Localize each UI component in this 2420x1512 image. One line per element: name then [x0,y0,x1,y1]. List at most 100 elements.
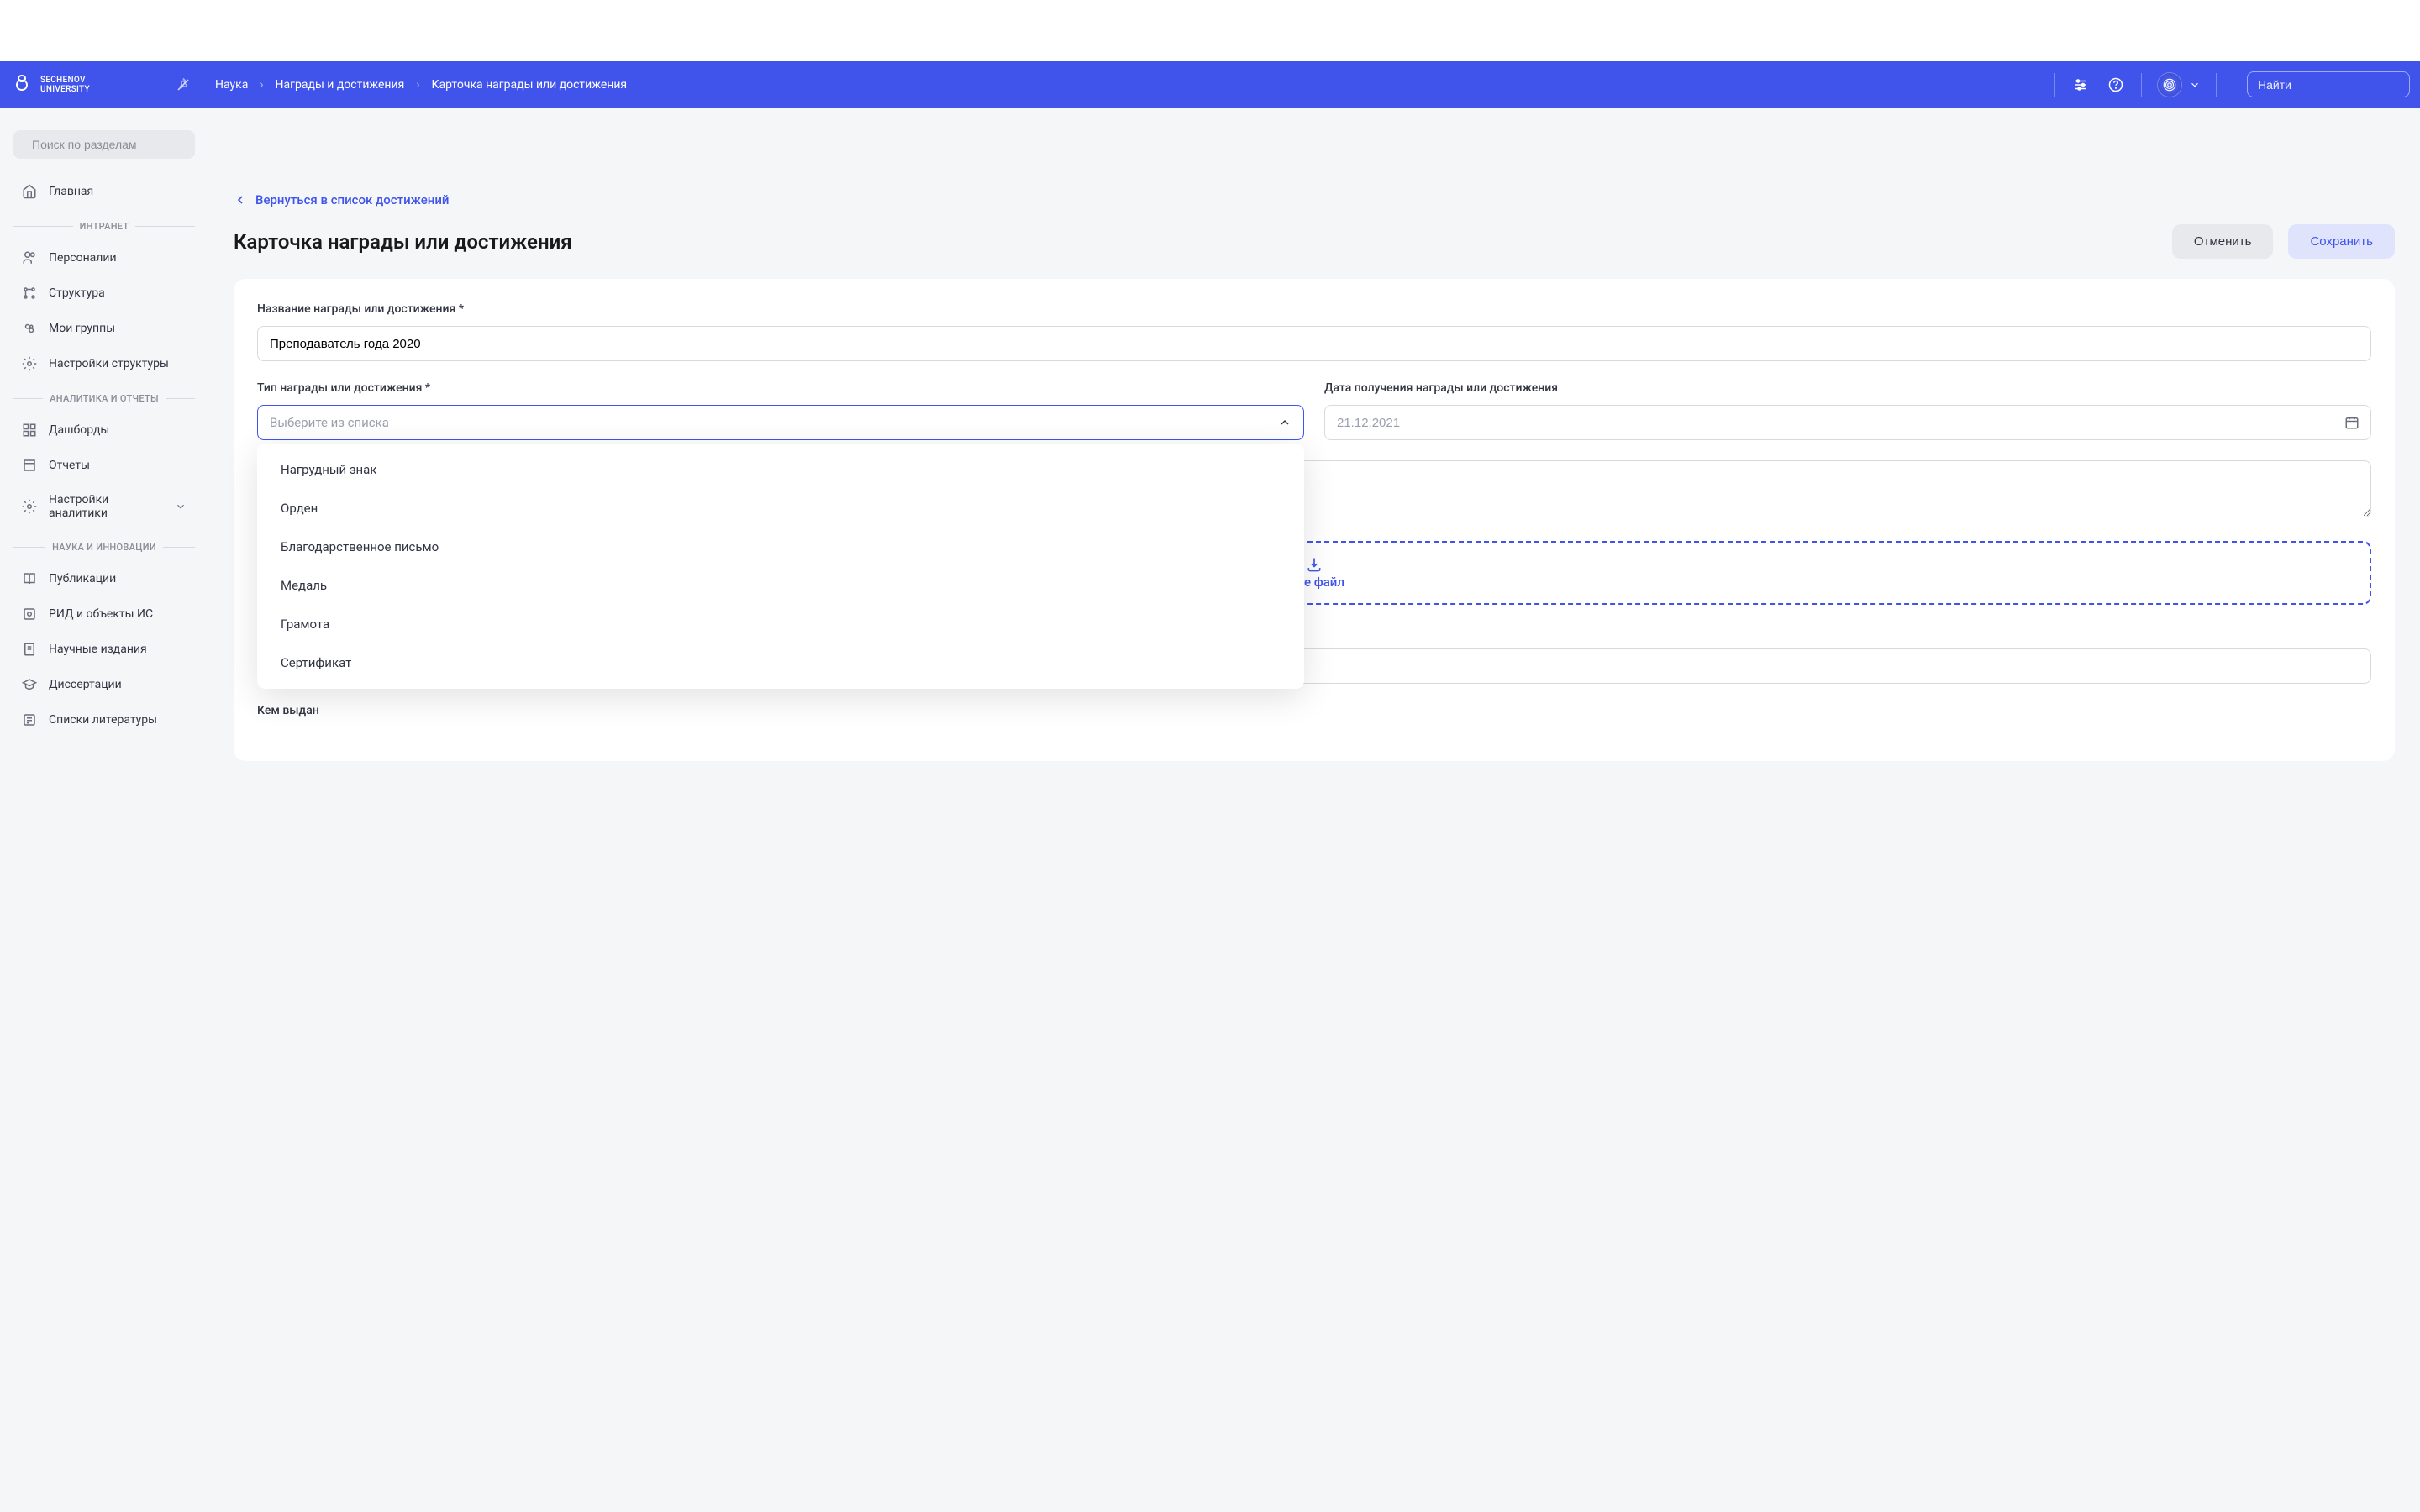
date-input[interactable] [1324,405,2371,440]
help-button[interactable] [2106,75,2126,95]
people-icon [22,250,37,265]
page-header: Карточка награды или достижения Отменить… [234,224,2395,259]
top-whitespace [0,0,2420,61]
chevron-right-icon: › [260,78,263,92]
sidebar-item-ip[interactable]: РИД и объекты ИС [13,596,195,632]
chevron-right-icon: › [416,78,419,92]
home-icon [22,184,37,199]
sidebar: Главная ИНТРАНЕТ Персоналии Структура Мо… [0,108,208,1512]
divider [2141,73,2142,97]
logo-icon [10,73,34,97]
gear-icon [22,356,37,371]
graduation-icon [22,677,37,692]
list-icon [22,712,37,727]
chevron-left-icon [234,193,247,207]
chevron-down-icon [175,501,187,512]
page-actions: Отменить Сохранить [2172,224,2395,259]
settings-button[interactable] [2070,75,2091,95]
sidebar-section-intranet: ИНТРАНЕТ [13,209,195,240]
sidebar-item-label: Диссертации [49,678,122,691]
sidebar-search-input[interactable] [32,138,184,151]
global-search-input[interactable] [2258,78,2410,92]
sidebar-item-people[interactable]: Персоналии [13,240,195,276]
type-select[interactable]: Выберите из списка [257,405,1304,440]
structure-icon [22,286,37,301]
dropdown-option[interactable]: Нагрудный знак [257,450,1304,489]
sidebar-item-label: Публикации [49,572,116,585]
ip-icon [22,606,37,622]
name-input[interactable] [257,326,2371,361]
chevron-up-icon [1278,416,1292,429]
logo-text: SECHENOV UNIVERSITY [40,76,90,94]
fingerprint-icon [2162,77,2177,92]
sidebar-item-dashboards[interactable]: Дашборды [13,412,195,448]
divider [2216,73,2217,97]
sidebar-item-analytics-settings[interactable]: Настройки аналитики [13,483,195,530]
groups-icon [22,321,37,336]
pin-icon [176,77,191,92]
date-label: Дата получения награды или достижения [1324,381,2371,395]
sidebar-item-reports[interactable]: Отчеты [13,448,195,483]
book-icon [22,571,37,586]
type-dropdown: Нагрудный знак Орден Благодарственное пи… [257,444,1304,689]
sidebar-section-analytics: АНАЛИТИКА И ОТЧЕТЫ [13,381,195,412]
sidebar-item-dissertations[interactable]: Диссертации [13,667,195,702]
download-icon [1306,556,1323,573]
form-card: Название награды или достижения * Тип на… [234,279,2395,761]
divider [2054,73,2055,97]
sidebar-item-label: Настройки структуры [49,357,169,370]
help-icon [2108,77,2123,92]
logo[interactable]: SECHENOV UNIVERSITY [10,73,168,97]
dropdown-option[interactable]: Медаль [257,566,1304,605]
sidebar-section-science: НАУКА И ИННОВАЦИИ [13,530,195,561]
select-placeholder: Выберите из списка [270,415,389,430]
chevron-down-icon [2189,79,2201,91]
save-button[interactable]: Сохранить [2288,224,2395,259]
sidebar-item-label: Главная [49,185,93,198]
pin-button[interactable] [168,70,198,100]
user-menu[interactable] [2157,72,2201,97]
avatar [2157,72,2182,97]
breadcrumbs: Наука › Награды и достижения › Карточка … [215,78,2039,92]
sidebar-item-label: Дашборды [49,423,109,437]
sidebar-item-bibliography[interactable]: Списки литературы [13,702,195,738]
sidebar-item-label: РИД и объекты ИС [49,607,153,621]
sidebar-item-groups[interactable]: Мои группы [13,311,195,346]
global-search[interactable] [2247,71,2410,97]
sidebar-item-journals[interactable]: Научные издания [13,632,195,667]
dropdown-option[interactable]: Благодарственное письмо [257,528,1304,566]
name-label: Название награды или достижения * [257,302,2371,316]
sidebar-item-label: Персоналии [49,251,117,265]
page-title: Карточка награды или достижения [234,230,572,254]
header-actions [2039,71,2410,97]
sidebar-item-label: Структура [49,286,105,300]
dropdown-option[interactable]: Орден [257,489,1304,528]
sidebar-item-label: Списки литературы [49,713,157,727]
sidebar-item-label: Мои группы [49,322,115,335]
journal-icon [22,642,37,657]
sidebar-item-label: Настройки аналитики [49,493,163,520]
sidebar-item-label: Научные издания [49,643,147,656]
back-link[interactable]: Вернуться в список достижений [234,192,450,207]
main-content: Вернуться в список достижений Карточка н… [208,169,2420,785]
sidebar-item-publications[interactable]: Публикации [13,561,195,596]
breadcrumb-item-1[interactable]: Наука [215,78,248,92]
dashboard-icon [22,423,37,438]
sidebar-item-home[interactable]: Главная [13,174,195,209]
reports-icon [22,458,37,473]
calendar-icon [2344,415,2360,430]
gear-icon [22,499,37,514]
sidebar-search[interactable] [13,130,195,159]
sliders-icon [2073,77,2088,92]
breadcrumb-item-3[interactable]: Карточка награды или достижения [431,78,627,92]
type-label: Тип награды или достижения * [257,381,1304,395]
sidebar-item-structure-settings[interactable]: Настройки структуры [13,346,195,381]
sidebar-item-label: Отчеты [49,459,90,472]
sidebar-item-structure[interactable]: Структура [13,276,195,311]
breadcrumb-item-2[interactable]: Награды и достижения [276,78,405,92]
app-header: SECHENOV UNIVERSITY Наука › Награды и до… [0,61,2420,108]
dropdown-option[interactable]: Сертификат [257,643,1304,682]
cancel-button[interactable]: Отменить [2172,224,2274,259]
issued-by-label: Кем выдан [257,704,2371,717]
dropdown-option[interactable]: Грамота [257,605,1304,643]
